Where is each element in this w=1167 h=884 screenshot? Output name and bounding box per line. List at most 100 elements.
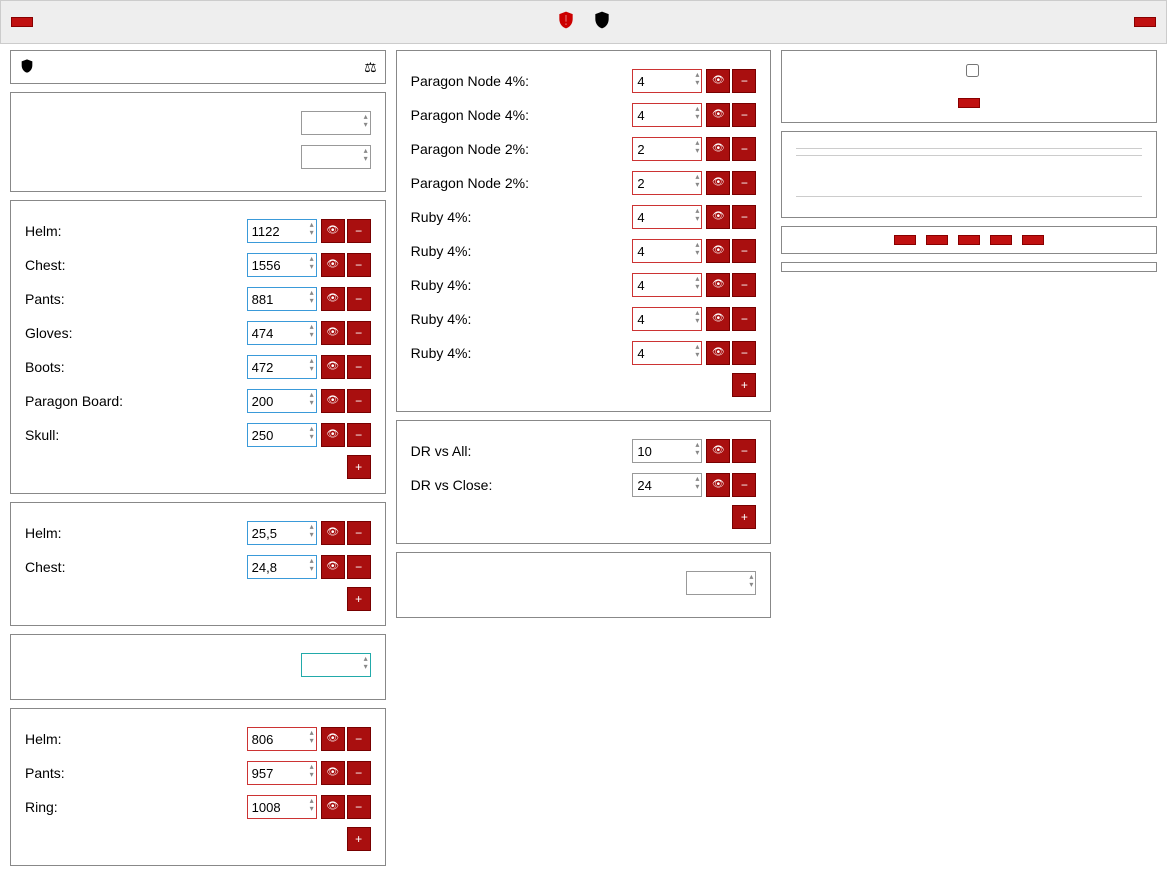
toggle-visibility-button[interactable]: 👁 bbox=[706, 239, 730, 263]
toggle-visibility-button[interactable]: 👁 bbox=[706, 439, 730, 463]
remove-row-button[interactable]: − bbox=[732, 137, 756, 161]
dr-label: DR vs Close: bbox=[411, 477, 633, 493]
toggle-visibility-button[interactable]: 👁 bbox=[706, 137, 730, 161]
add-max-life-pct-button[interactable]: + bbox=[732, 373, 756, 397]
enemy-level-input[interactable] bbox=[686, 571, 756, 595]
toggle-visibility-button[interactable]: 👁 bbox=[321, 253, 345, 277]
max-life-add-label: Pants: bbox=[25, 765, 247, 781]
armor-base-input[interactable] bbox=[247, 253, 317, 277]
toggle-visibility-button[interactable]: 👁 bbox=[706, 103, 730, 127]
balance-icon: ⚖ bbox=[364, 59, 377, 76]
max-life-pct-input[interactable] bbox=[632, 273, 702, 297]
profile-header: ⚖ bbox=[10, 50, 386, 84]
toggle-visibility-button[interactable]: 👁 bbox=[321, 795, 345, 819]
remove-row-button[interactable]: − bbox=[347, 389, 371, 413]
toggle-visibility-button[interactable]: 👁 bbox=[706, 69, 730, 93]
remove-row-button[interactable]: − bbox=[347, 287, 371, 311]
dr-input[interactable] bbox=[632, 473, 702, 497]
remove-row-button[interactable]: − bbox=[732, 307, 756, 331]
toggle-visibility-button[interactable]: 👁 bbox=[706, 273, 730, 297]
dr-input[interactable] bbox=[632, 439, 702, 463]
add-armor-pct-button[interactable]: + bbox=[347, 587, 371, 611]
toggle-visibility-button[interactable]: 👁 bbox=[706, 171, 730, 195]
max-life-pct-input[interactable] bbox=[632, 69, 702, 93]
armor-base-input[interactable] bbox=[247, 219, 317, 243]
remove-row-button[interactable]: − bbox=[347, 795, 371, 819]
remove-row-button[interactable]: − bbox=[347, 761, 371, 785]
options-button[interactable] bbox=[11, 17, 33, 27]
armor-pct-panel: Helm:👁−Chest:👁− + bbox=[10, 502, 386, 626]
armor-pct-input[interactable] bbox=[247, 555, 317, 579]
remove-row-button[interactable]: − bbox=[732, 473, 756, 497]
max-life-pct-input[interactable] bbox=[632, 205, 702, 229]
fortify-checkbox[interactable] bbox=[966, 64, 979, 77]
toggle-visibility-button[interactable]: 👁 bbox=[706, 473, 730, 497]
toggle-visibility-button[interactable]: 👁 bbox=[321, 287, 345, 311]
max-life-pct-input[interactable] bbox=[632, 239, 702, 263]
toggle-visibility-button[interactable]: 👁 bbox=[321, 727, 345, 751]
remove-row-button[interactable]: − bbox=[732, 205, 756, 229]
strength-input[interactable] bbox=[301, 145, 371, 169]
field-row: Ruby 4%:👁− bbox=[411, 339, 757, 367]
save-button[interactable] bbox=[894, 235, 916, 245]
column-right bbox=[781, 50, 1157, 874]
add-max-life-add-button[interactable]: + bbox=[347, 827, 371, 851]
load-button[interactable] bbox=[926, 235, 948, 245]
toggle-visibility-button[interactable]: 👁 bbox=[706, 307, 730, 331]
toggle-visibility-button[interactable]: 👁 bbox=[321, 423, 345, 447]
remove-row-button[interactable]: − bbox=[347, 521, 371, 545]
remove-row-button[interactable]: − bbox=[347, 253, 371, 277]
armor-base-input[interactable] bbox=[247, 287, 317, 311]
remove-row-button[interactable]: − bbox=[347, 321, 371, 345]
remove-row-button[interactable]: − bbox=[732, 273, 756, 297]
armor-base-input[interactable] bbox=[247, 355, 317, 379]
remove-row-button[interactable]: − bbox=[347, 555, 371, 579]
toggle-visibility-button[interactable]: 👁 bbox=[321, 355, 345, 379]
elem-res-input[interactable] bbox=[301, 653, 371, 677]
calculate-button[interactable] bbox=[958, 98, 980, 108]
base-life-input[interactable] bbox=[301, 111, 371, 135]
toggle-visibility-button[interactable]: 👁 bbox=[321, 389, 345, 413]
max-life-pct-input[interactable] bbox=[632, 137, 702, 161]
max-life-pct-input[interactable] bbox=[632, 341, 702, 365]
toggle-visibility-button[interactable]: 👁 bbox=[321, 521, 345, 545]
max-life-pct-input[interactable] bbox=[632, 103, 702, 127]
remove-row-button[interactable]: − bbox=[732, 341, 756, 365]
max-life-add-input[interactable] bbox=[247, 727, 317, 751]
max-life-add-input[interactable] bbox=[247, 795, 317, 819]
toggle-visibility-button[interactable]: 👁 bbox=[706, 205, 730, 229]
remove-row-button[interactable]: − bbox=[347, 727, 371, 751]
close-button[interactable] bbox=[1022, 235, 1044, 245]
toggle-visibility-button[interactable]: 👁 bbox=[321, 219, 345, 243]
toggle-visibility-button[interactable]: 👁 bbox=[321, 321, 345, 345]
remove-row-button[interactable]: − bbox=[347, 355, 371, 379]
export-button[interactable] bbox=[958, 235, 980, 245]
max-life-add-label: Helm: bbox=[25, 731, 247, 747]
add-armor-base-button[interactable]: + bbox=[347, 455, 371, 479]
add-dr-button[interactable]: + bbox=[732, 505, 756, 529]
remove-row-button[interactable]: − bbox=[732, 239, 756, 263]
field-row: Chest:👁− bbox=[25, 251, 371, 279]
remove-row-button[interactable]: − bbox=[732, 439, 756, 463]
import-button[interactable] bbox=[990, 235, 1012, 245]
armor-pct-input[interactable] bbox=[247, 521, 317, 545]
create-button[interactable] bbox=[1134, 17, 1156, 27]
max-life-pct-input[interactable] bbox=[632, 171, 702, 195]
field-row: Paragon Board:👁− bbox=[25, 387, 371, 415]
max-life-add-input[interactable] bbox=[247, 761, 317, 785]
toggle-visibility-button[interactable]: 👁 bbox=[706, 341, 730, 365]
remove-row-button[interactable]: − bbox=[732, 103, 756, 127]
remove-row-button[interactable]: − bbox=[732, 69, 756, 93]
remove-row-button[interactable]: − bbox=[347, 219, 371, 243]
max-life-pct-label: Ruby 4%: bbox=[411, 277, 633, 293]
remove-row-button[interactable]: − bbox=[732, 171, 756, 195]
max-life-pct-input[interactable] bbox=[632, 307, 702, 331]
toggle-visibility-button[interactable]: 👁 bbox=[321, 555, 345, 579]
remove-row-button[interactable]: − bbox=[347, 423, 371, 447]
armor-base-input[interactable] bbox=[247, 423, 317, 447]
armor-base-input[interactable] bbox=[247, 389, 317, 413]
max-life-pct-label: Ruby 4%: bbox=[411, 209, 633, 225]
field-row: Ruby 4%:👁− bbox=[411, 237, 757, 265]
toggle-visibility-button[interactable]: 👁 bbox=[321, 761, 345, 785]
armor-base-input[interactable] bbox=[247, 321, 317, 345]
